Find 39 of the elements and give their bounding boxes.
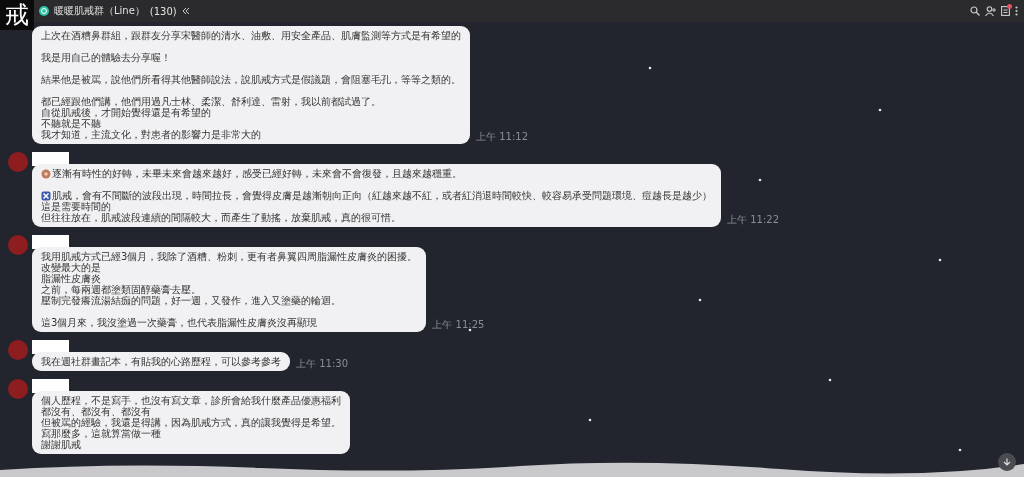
message-text: 改變最大的是 xyxy=(41,262,101,273)
chevron-icon[interactable] xyxy=(181,7,190,15)
message-text: 我才知道，主流文化，對患者的影響力是非常大的 xyxy=(41,129,261,140)
message-text: 都已經跟他們講，他們用過凡士林、柔潔、舒利達、雷射，我以前都試過了。 xyxy=(41,96,381,107)
notes-icon[interactable] xyxy=(1001,6,1010,16)
message-text: 脂漏性皮膚炎 xyxy=(41,273,101,284)
message-text: 我是用自己的體驗去分享喔！ xyxy=(41,52,171,63)
message-text: 壓制完發癢流湯結痂的問題，好一週，又發作，進入又塗藥的輪迴。 xyxy=(41,295,341,306)
message-text: 之前，每兩週都塗類固醇藥膏去壓。 xyxy=(41,284,201,295)
timestamp: 上午 11:22 xyxy=(727,213,779,227)
search-icon[interactable] xyxy=(970,6,980,16)
message-text: 逐漸有時性的好轉，未畢未來會越來越好，感受已經好轉，未來會不會復發，且越來越穩重。 xyxy=(52,168,462,179)
timestamp: 上午 11:25 xyxy=(432,318,485,332)
cross-icon xyxy=(41,190,51,201)
logo: 戒 xyxy=(0,0,34,30)
group-icon xyxy=(39,6,49,16)
message-text: 結果他是被罵，說他們所看得其他醫師說法，說肌戒方式是假議題，會阻塞毛孔，等等之類的。 xyxy=(41,74,461,85)
message-text: 這是需要時間的 xyxy=(41,201,111,212)
timestamp: 上午 11:12 xyxy=(476,130,528,144)
message-text: 但被罵的經驗，我還是得講，因為肌戒方式，真的讓我覺得是希望。 xyxy=(41,417,341,428)
message-text: 我在週社群畫記本，有貼我的心路歷程，可以參考參考 xyxy=(41,356,281,367)
message-text: 這3個月來，我沒塗過一次藥膏，也代表脂漏性皮膚炎沒再顯現 xyxy=(41,317,318,328)
message-text: 肌戒，會有不間斷的波段出現，時間拉長，會覺得皮膚是越漸朝向正向（紅越來越不紅，或者紅消退時間較快、較容易承受問題環境、痘越長是越少） xyxy=(52,190,712,201)
chat-title: 暖暖肌戒群（Line） xyxy=(54,4,145,18)
message-text: 不聽就是不聽 xyxy=(41,118,101,129)
message-text: 寫那麼多，這就算當做一種 xyxy=(41,428,161,439)
add-person-icon[interactable] xyxy=(985,6,996,16)
message-text: 個人歷程，不是寫手，也沒有寫文章，診所會給我什麼產品優惠福利 xyxy=(41,395,341,406)
message-text: 自從肌戒後，才開始覺得還是有希望的 xyxy=(41,107,211,118)
message-text: 我用肌戒方式已經3個月，我除了酒糟、粉刺，更有者鼻翼四周脂漏性皮膚炎的困擾。 xyxy=(41,251,418,262)
flower-icon xyxy=(41,168,51,179)
down-arrow-icon xyxy=(1003,458,1011,466)
message-text: 但往往放在，肌戒波段連續的間隔較大，而產生了動搖，放棄肌戒，真的很可惜。 xyxy=(41,212,401,223)
message-text: 都沒有、都沒有、都沒有 xyxy=(41,406,151,417)
timestamp: 上午 11:30 xyxy=(296,357,348,371)
member-count: (130) xyxy=(149,5,177,17)
message-text: 上次在酒糟鼻群組，跟群友分享宋醫師的清水、油敷、用安全產品、肌膚監測等方式是有希望的 xyxy=(41,30,461,41)
more-icon[interactable] xyxy=(1015,6,1018,16)
message-text: 謝謝肌戒 xyxy=(41,439,81,450)
